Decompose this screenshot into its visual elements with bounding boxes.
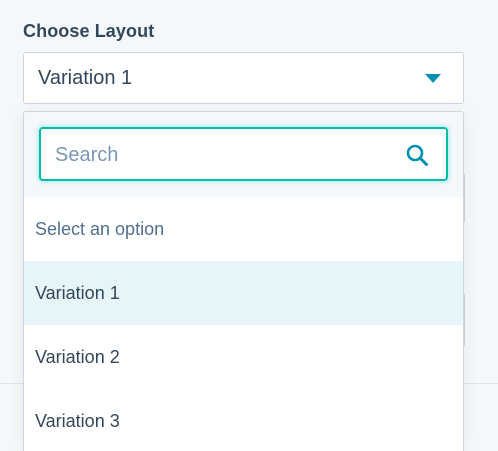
option-variation-1[interactable]: Variation 1 [24,261,463,325]
options-list: Select an option Variation 1 Variation 2… [24,197,463,451]
layout-select[interactable]: Variation 1 [23,52,464,104]
dropdown-menu: Select an option Variation 1 Variation 2… [23,111,464,451]
choose-layout-label: Choose Layout [23,21,155,41]
search-icon[interactable] [405,143,429,167]
selected-value: Variation 1 [38,67,133,89]
option-select-an-option[interactable]: Select an option [24,197,463,261]
option-variation-2[interactable]: Variation 2 [24,325,463,389]
option-variation-3[interactable]: Variation 3 [24,389,463,451]
search-input[interactable] [55,141,385,169]
search-area [24,112,463,197]
search-box[interactable] [39,127,448,181]
caret-down-icon [425,74,441,83]
